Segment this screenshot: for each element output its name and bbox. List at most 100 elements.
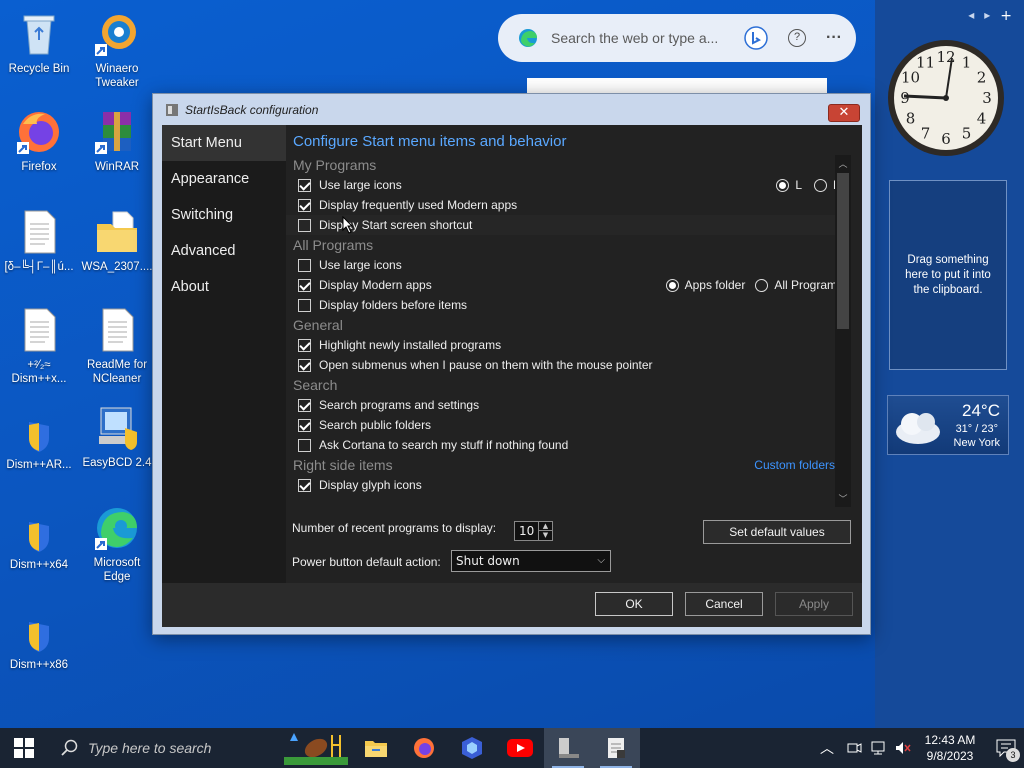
desktop-icon-winaero[interactable]: Winaero Tweaker xyxy=(80,10,154,90)
radio-size-l[interactable] xyxy=(776,178,790,192)
option-search-programs[interactable]: Search programs and settings xyxy=(286,395,851,415)
more-options-icon[interactable]: ··· xyxy=(826,29,842,47)
weather-gadget[interactable]: 24°C 31° / 23° New York xyxy=(887,395,1009,455)
youtube-icon xyxy=(507,739,533,757)
apply-button[interactable]: Apply xyxy=(775,592,853,616)
nav-start-menu[interactable]: Start Menu xyxy=(162,125,286,161)
checkbox[interactable] xyxy=(298,338,311,352)
power-action-select[interactable]: Shut down ⌵ xyxy=(451,550,611,572)
options-scrollbar[interactable]: ︿ ﹀ xyxy=(835,155,851,507)
option-mp-modern-apps[interactable]: Display frequently used Modern apps xyxy=(286,195,851,215)
gadget-navigation: ◂ ▸ + xyxy=(968,8,1012,24)
desktop-icon-winrar[interactable]: WinRAR xyxy=(80,108,154,174)
scroll-up-icon[interactable]: ︿ xyxy=(838,157,848,170)
checkbox[interactable] xyxy=(298,418,311,432)
taskbar-notepad[interactable] xyxy=(592,728,640,768)
winaero-tweaker-icon xyxy=(93,10,141,58)
options-list: My Programs Use large icons L M Display … xyxy=(286,155,851,515)
section-all-programs: All Programs xyxy=(293,237,374,253)
nav-advanced[interactable]: Advanced xyxy=(162,233,286,269)
option-rs-glyph[interactable]: Display glyph icons xyxy=(286,475,851,495)
desktop-icon-recycle-bin[interactable]: Recycle Bin xyxy=(2,10,76,76)
set-default-values-button[interactable]: Set default values xyxy=(703,520,851,544)
nav-switching[interactable]: Switching xyxy=(162,197,286,233)
taskbar-clock[interactable]: 12:43 AM 9/8/2023 xyxy=(922,732,978,764)
option-search-cortana[interactable]: Ask Cortana to search my stuff if nothin… xyxy=(286,435,851,455)
checkbox[interactable] xyxy=(298,398,311,412)
desktop-icon-dism-x64[interactable]: Dism++x64 xyxy=(2,520,76,572)
option-search-public[interactable]: Search public folders xyxy=(286,415,851,435)
taskbar-app-hex[interactable] xyxy=(448,728,496,768)
cancel-button[interactable]: Cancel xyxy=(685,592,763,616)
icon-size-radio-group: L M xyxy=(776,178,843,192)
chevron-up-icon[interactable]: ︿ xyxy=(820,738,834,758)
taskbar-firefox[interactable] xyxy=(400,728,448,768)
volume-muted-icon[interactable] xyxy=(894,740,912,756)
meet-now-icon[interactable] xyxy=(846,740,862,756)
radio-apps-folder[interactable] xyxy=(665,278,679,292)
ok-button[interactable]: OK xyxy=(595,592,673,616)
desktop-icon-readme[interactable]: ReadMe for NCleaner xyxy=(80,306,154,386)
checkbox[interactable] xyxy=(298,218,311,232)
option-mp-large-icons[interactable]: Use large icons L M xyxy=(286,175,851,195)
gadget-add-icon[interactable]: + xyxy=(1000,8,1012,24)
desktop-icon-dism-ar[interactable]: Dism++AR... xyxy=(2,420,76,472)
clipboard-gadget[interactable]: Drag something here to put it into the c… xyxy=(889,180,1007,370)
gadget-prev-icon[interactable]: ◂ xyxy=(968,8,974,24)
stepper-up-icon[interactable]: ▲ xyxy=(538,522,552,531)
checkbox[interactable] xyxy=(298,298,311,312)
nav-appearance[interactable]: Appearance xyxy=(162,161,286,197)
checkbox[interactable] xyxy=(298,258,311,272)
desktop-icon-text-file-1[interactable]: [δ–╚┤Г–║ú... xyxy=(2,208,76,274)
network-icon[interactable] xyxy=(870,740,886,756)
bing-chat-icon[interactable] xyxy=(744,26,768,50)
taskbar-search[interactable]: Type here to search xyxy=(48,728,280,768)
taskbar-youtube[interactable] xyxy=(496,728,544,768)
search-highlight-icon[interactable] xyxy=(280,728,352,768)
checkbox[interactable] xyxy=(298,178,311,192)
startisback-dialog: StartIsBack configuration ✕ Start Menu A… xyxy=(152,93,871,635)
checkbox[interactable] xyxy=(298,198,311,212)
desktop-icon-dism-x86[interactable]: Dism++x86 xyxy=(2,620,76,672)
option-gen-highlight[interactable]: Highlight newly installed programs xyxy=(286,335,851,355)
nav-about[interactable]: About xyxy=(162,269,286,305)
checkbox[interactable] xyxy=(298,278,311,292)
weather-city: New York xyxy=(953,437,1000,449)
desktop-icon-text-file-2[interactable]: +²⁄₂≈ Dism++x... xyxy=(2,306,76,386)
radio-size-m[interactable] xyxy=(814,178,827,192)
radio-all-programs[interactable] xyxy=(755,278,769,292)
checkbox[interactable] xyxy=(298,478,311,492)
recent-programs-stepper[interactable]: 10 ▲ ▼ xyxy=(514,521,553,541)
scroll-down-icon[interactable]: ﹀ xyxy=(838,492,848,505)
weather-temperature: 24°C xyxy=(962,401,1000,420)
scroll-thumb[interactable] xyxy=(837,173,849,329)
dialog-body: Start Menu Appearance Switching Advanced… xyxy=(162,125,862,627)
start-button[interactable] xyxy=(0,728,48,768)
dialog-titlebar[interactable]: StartIsBack configuration xyxy=(153,94,870,126)
help-icon[interactable]: ? xyxy=(788,29,807,47)
checkbox[interactable] xyxy=(298,358,311,372)
clock-gadget[interactable]: 12 1234567891011 xyxy=(886,36,1006,160)
desktop-icon-firefox[interactable]: Firefox xyxy=(2,108,76,174)
custom-folders-link[interactable]: Custom folders... xyxy=(754,455,845,475)
clock-numeral: 5 xyxy=(962,125,972,143)
option-ap-large-icons[interactable]: Use large icons xyxy=(286,255,851,275)
option-gen-submenus[interactable]: Open submenus when I pause on them with … xyxy=(286,355,851,375)
close-button[interactable]: ✕ xyxy=(828,104,860,122)
checkbox[interactable] xyxy=(298,438,311,452)
taskbar-startisback[interactable] xyxy=(544,728,592,768)
clock-numeral: 11 xyxy=(916,54,935,72)
notification-center[interactable]: 3 xyxy=(988,728,1024,768)
option-mp-start-screen[interactable]: Display Start screen shortcut xyxy=(286,215,851,235)
modern-apps-location-radio-group: Apps folder All Programs xyxy=(665,278,843,292)
desktop-icon-edge[interactable]: Microsoft Edge xyxy=(80,504,154,584)
edge-search-bar[interactable]: Search the web or type a... ? ··· xyxy=(498,14,856,62)
stepper-down-icon[interactable]: ▼ xyxy=(538,531,552,540)
desktop-icon-wsa-folder[interactable]: WSA_2307.... xyxy=(80,208,154,274)
desktop-icon-easybcd[interactable]: EasyBCD 2.4 xyxy=(80,404,154,470)
gadget-next-icon[interactable]: ▸ xyxy=(984,8,990,24)
taskbar-file-explorer[interactable] xyxy=(352,728,400,768)
edge-icon xyxy=(93,504,141,552)
option-ap-modern-apps[interactable]: Display Modern apps Apps folder All Prog… xyxy=(286,275,851,295)
option-ap-folders-before[interactable]: Display folders before items xyxy=(286,295,851,315)
